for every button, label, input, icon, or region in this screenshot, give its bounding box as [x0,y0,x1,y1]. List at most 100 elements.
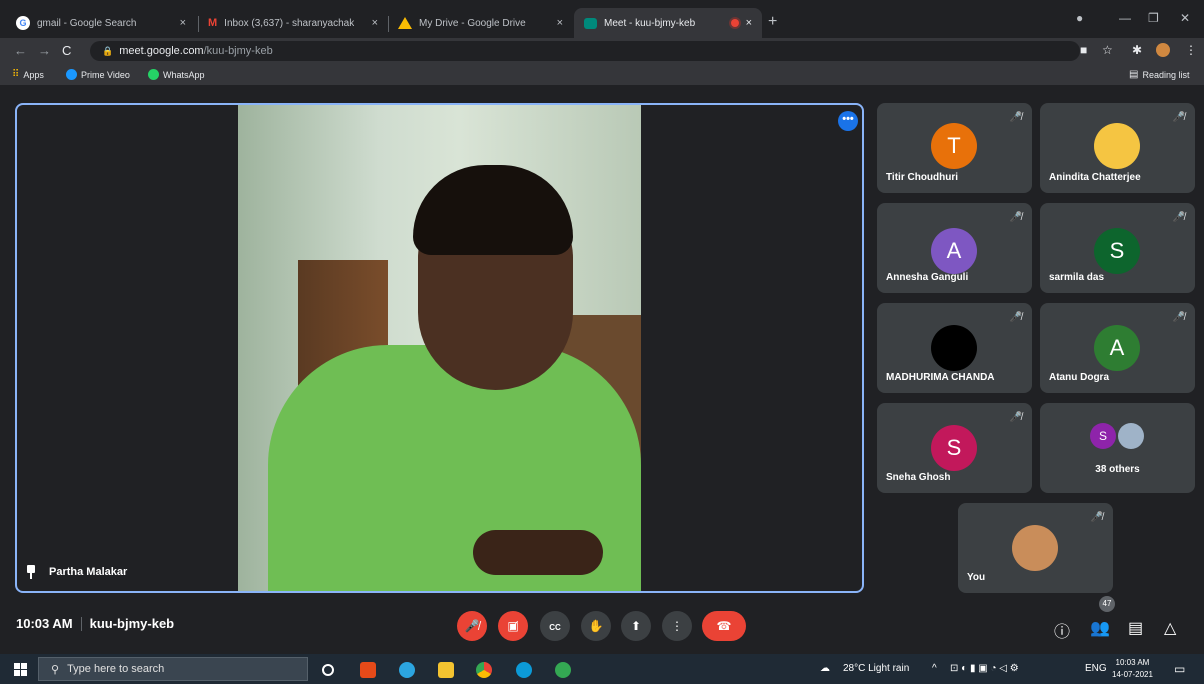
forward-icon[interactable]: → [38,43,51,58]
weather-text[interactable]: 28°C Light rain [843,663,909,674]
system-clock[interactable]: 10:03 AM 14-07-2021 [1112,657,1153,681]
language-indicator[interactable]: ENG [1085,663,1107,674]
close-icon[interactable]: × [372,17,378,29]
avatar: A [931,228,977,274]
participant-tile[interactable]: S 🎤̸ Sneha Ghosh [877,403,1032,493]
camera-status-icon[interactable]: ■ [1080,43,1087,57]
reading-list-icon: ▤ [1129,69,1139,80]
chevron-up-icon[interactable]: ^ [932,663,937,674]
participant-tile[interactable]: 🎤̸ MADHURIMA CHANDA [877,303,1032,393]
chrome-icon[interactable] [476,662,492,678]
participant-tile[interactable]: S 🎤̸ sarmila das [1040,203,1195,293]
camera-off-button[interactable]: ▣̸ [498,611,528,641]
maximize-icon[interactable]: ❐ [1148,11,1159,25]
more-options-button[interactable]: ⋮ [662,611,692,641]
participant-tile[interactable]: T 🎤̸ Titir Choudhuri [877,103,1032,193]
avatar: S [1094,228,1140,274]
windows-taskbar: ⚲ Type here to search ☁ 28°C Light rain … [0,654,1204,684]
others-tile[interactable]: S 38 others [1040,403,1195,493]
chat-icon[interactable]: ▤ [1128,618,1143,638]
window-close-icon[interactable]: ✕ [1180,11,1190,25]
lock-icon: 🔒 [102,46,114,56]
tab-google-drive[interactable]: My Drive - Google Drive × [388,8,573,38]
camera-off-icon: ▣̸ [507,619,519,633]
people-icon[interactable]: 👥 [1090,618,1110,638]
google-icon: G [16,16,30,30]
close-icon[interactable]: × [180,17,186,29]
notification-icon[interactable]: ▭ [1174,662,1185,676]
tab-title: gmail - Google Search [37,17,137,29]
taskbar-search[interactable]: ⚲ Type here to search [38,657,308,681]
whatsapp-icon[interactable] [555,662,571,678]
tray-icons[interactable]: ⊡ ◐ ▮ ▣ ◔ ◁ ⚙ [950,663,1019,674]
google-meet-icon [584,17,597,29]
tab-gmail-inbox[interactable]: M Inbox (3,637) - sharanyachakrab × [198,8,388,38]
present-button[interactable]: ⬆ [621,611,651,641]
bookmark-label: Prime Video [81,69,130,80]
present-screen-icon: ⬆ [630,619,642,633]
hand-icon: ✋ [588,619,604,633]
bookmark-apps[interactable]: ⠿ Apps [12,69,44,80]
tab-gmail-search[interactable]: G gmail - Google Search × [6,8,196,38]
file-explorer-icon[interactable] [438,662,454,678]
captions-button[interactable]: CC [540,611,570,641]
back-icon[interactable]: ← [14,43,27,58]
bookmark-star-icon[interactable]: ☆ [1102,43,1113,57]
participant-name: Titir Choudhuri [886,172,959,183]
meeting-info: 10:03 AM kuu-bjmy-keb [16,616,174,631]
edge-icon[interactable] [516,662,532,678]
windows-start-icon[interactable] [14,663,27,676]
tab-title: Inbox (3,637) - sharanyachakrab [224,17,355,29]
meeting-details-icon[interactable]: ⓘ [1054,618,1070,642]
tab-meet[interactable]: Meet - kuu-bjmy-keb × [574,8,762,38]
pin-icon[interactable] [25,565,37,579]
avatar [1118,423,1144,449]
more-options-button[interactable]: ••• [838,111,858,131]
participant-tile[interactable]: 🎤̸ Anindita Chatterjee [1040,103,1195,193]
mic-off-icon: 🎤̸ [1009,212,1022,223]
close-icon[interactable]: × [557,17,563,29]
mic-off-icon: 🎤̸ [464,619,480,633]
profile-menu-icon[interactable]: ● [1076,11,1083,25]
extensions-icon[interactable]: ✱ [1132,43,1142,57]
participant-tile[interactable]: A 🎤̸ Atanu Dogra [1040,303,1195,393]
reading-list-label: Reading list [1142,69,1190,80]
bookmark-prime-video[interactable]: Prime Video [66,69,130,80]
meeting-code: kuu-bjmy-keb [89,616,175,631]
more-vert-icon: ⋮ [671,619,683,633]
url-field[interactable]: 🔒 meet.google.com/kuu-bjmy-keb [90,41,1080,61]
participant-name: MADHURIMA CHANDA [886,372,995,383]
participant-tile[interactable]: A 🎤̸ Annesha Ganguli [877,203,1032,293]
activities-icon[interactable]: △ [1164,618,1176,638]
meeting-time: 10:03 AM [16,616,73,631]
minimize-icon[interactable]: — [1119,11,1131,25]
recording-icon [730,19,739,27]
participant-name: You [967,572,986,583]
tab-title: My Drive - Google Drive [419,17,526,29]
telegram-icon[interactable] [399,662,415,678]
close-icon[interactable]: × [746,17,752,29]
speaker-name: Partha Malakar [49,566,128,578]
raise-hand-button[interactable]: ✋ [581,611,611,641]
participant-name: Atanu Dogra [1049,372,1109,383]
mic-off-icon: 🎤̸ [1172,312,1185,323]
office-icon[interactable] [360,662,376,678]
chrome-menu-icon[interactable]: ⋮ [1185,43,1197,57]
reload-icon[interactable]: C [62,43,71,58]
speaker-video [238,105,641,591]
bookmark-whatsapp[interactable]: WhatsApp [148,69,205,80]
mic-off-icon: 🎤̸ [1172,112,1185,123]
mic-off-button[interactable]: 🎤̸ [457,611,487,641]
main-speaker-label: Partha Malakar [25,565,127,579]
participant-name: Anindita Chatterjee [1049,172,1141,183]
cortana-icon[interactable] [322,664,334,676]
main-speaker-tile[interactable]: ••• Partha Malakar [15,103,864,593]
self-tile[interactable]: 🎤̸ You [958,503,1113,593]
participant-name: Sneha Ghosh [886,472,951,483]
captions-icon: CC [549,623,561,632]
leave-call-button[interactable]: ☎ [702,611,746,641]
reading-list-button[interactable]: ▤ Reading list [1129,69,1189,80]
new-tab-button[interactable]: + [768,13,777,31]
participant-count-badge: 47 [1099,596,1115,612]
profile-avatar-icon[interactable] [1156,43,1170,57]
